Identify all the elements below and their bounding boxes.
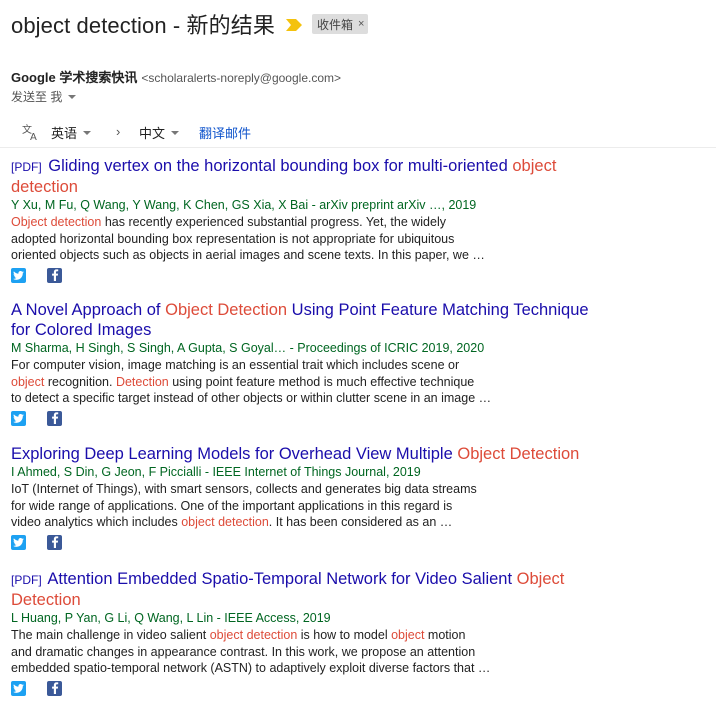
sender-name: Google 学术搜索快讯	[11, 70, 138, 85]
result-authors: L Huang, P Yan, G Li, Q Wang, L Lin - IE…	[11, 611, 331, 625]
result-item: [PDF] Gliding vertex on the horizontal b…	[11, 156, 611, 283]
result-authors: I Ahmed, S Din, G Jeon, F Piccialli - IE…	[11, 465, 421, 479]
title-highlight: Object Detection	[457, 445, 580, 463]
inbox-label-text: 收件箱	[316, 17, 353, 32]
result-item: A Novel Approach of Object Detection Usi…	[11, 300, 611, 426]
snippet-text: has recently experienced substantial pro…	[101, 215, 446, 229]
facebook-icon[interactable]	[47, 267, 62, 283]
title-highlight: Detection	[11, 591, 81, 609]
sender-email: <scholaralerts-noreply@google.com>	[141, 71, 342, 85]
snippet-line: IoT (Internet of Things), with smart sen…	[11, 482, 477, 496]
snippet-text: motion	[424, 628, 466, 642]
snippet-line: For computer vision, image matching is a…	[11, 358, 460, 372]
source-language-select[interactable]: 英语	[51, 123, 92, 142]
share-row	[11, 410, 611, 426]
result-snippet: For computer vision, image matching is a…	[11, 357, 511, 407]
snippet-text: is how to model	[297, 628, 392, 642]
chevron-down-icon[interactable]	[68, 94, 77, 99]
pdf-badge[interactable]: [PDF]	[11, 573, 42, 587]
target-language-label: 中文	[139, 126, 166, 141]
result-title-link[interactable]: Exploring Deep Learning Models for Overh…	[11, 444, 611, 464]
snippet-line: object recognition. Detection using poin…	[11, 374, 511, 391]
title-highlight: Object	[516, 570, 565, 588]
share-row	[11, 680, 611, 696]
snippet-text: using point feature method is much effec…	[168, 374, 475, 389]
twitter-icon[interactable]	[11, 680, 26, 696]
source-language-label: 英语	[51, 126, 78, 141]
snippet-line: oriented objects such as objects in aeri…	[11, 248, 485, 262]
title-text: Using Point Feature Matching Technique	[287, 301, 589, 319]
result-snippet: Object detection has recently experience…	[11, 214, 511, 264]
snippet-highlight: object detection	[209, 628, 298, 642]
chevron-down-icon	[171, 130, 180, 135]
facebook-icon[interactable]	[47, 534, 62, 550]
twitter-icon[interactable]	[11, 410, 26, 426]
remove-label-icon[interactable]: ×	[358, 18, 364, 30]
pdf-badge[interactable]: [PDF]	[11, 160, 42, 174]
chevron-down-icon	[83, 130, 92, 135]
result-item: Exploring Deep Learning Models for Overh…	[11, 444, 611, 550]
importance-marker-icon[interactable]	[285, 19, 302, 31]
target-language-select[interactable]: 中文	[139, 123, 180, 142]
snippet-highlight: object	[391, 628, 425, 642]
title-text: Exploring Deep Learning Models for Overh…	[11, 445, 458, 463]
snippet-line: video analytics which includes object de…	[11, 514, 511, 531]
snippet-text: . It has been considered as an …	[268, 515, 453, 529]
translate-icon: 文 A	[22, 123, 37, 141]
result-title-link[interactable]: [PDF] Gliding vertex on the horizontal b…	[11, 156, 611, 197]
snippet-line: embedded spatio-temporal network (ASTN) …	[11, 661, 491, 675]
email-subject: object detection - 新的结果	[11, 13, 275, 38]
title-text: for Colored Images	[11, 321, 152, 339]
result-title-link[interactable]: A Novel Approach of Object Detection Usi…	[11, 300, 611, 340]
snippet-line: and dramatic changes in appearance contr…	[11, 644, 476, 659]
title-highlight: Object Detection	[165, 301, 288, 319]
inbox-label-chip: 收件箱 ×	[311, 14, 369, 34]
snippet-highlight: Detection	[115, 374, 169, 389]
twitter-icon[interactable]	[11, 267, 26, 283]
translate-bar: 文 A 英语 › 中文 翻译邮件	[0, 115, 716, 148]
snippet-highlight: Object detection	[11, 215, 102, 229]
result-snippet: IoT (Internet of Things), with smart sen…	[11, 481, 511, 531]
snippet-highlight: object detection	[181, 515, 269, 529]
snippet-text: recognition.	[44, 374, 116, 389]
facebook-icon[interactable]	[47, 680, 62, 696]
title-text: Attention Embedded Spatio-Temporal Netwo…	[47, 570, 517, 588]
snippet-text: video analytics which includes	[11, 515, 182, 529]
result-authors: Y Xu, M Fu, Q Wang, Y Wang, K Chen, GS X…	[11, 198, 477, 212]
result-title-link[interactable]: [PDF] Attention Embedded Spatio-Temporal…	[11, 569, 611, 610]
result-authors: M Sharma, H Singh, S Singh, A Gupta, S G…	[11, 341, 485, 355]
chevron-right-icon: ›	[116, 124, 121, 139]
recipient-label: 发送至 我	[11, 90, 63, 104]
snippet-line: Object detection has recently experience…	[11, 214, 511, 231]
sender-row: Google 学术搜索快讯 <scholaralerts-noreply@goo…	[11, 67, 341, 86]
translate-message-link[interactable]: 翻译邮件	[199, 123, 251, 142]
subject-row: object detection - 新的结果 收件箱 ×	[11, 9, 369, 39]
title-text: A Novel Approach of	[11, 301, 166, 319]
twitter-icon[interactable]	[11, 534, 26, 550]
snippet-line: to detect a specific target instead of o…	[11, 391, 492, 405]
snippet-highlight: object	[11, 374, 45, 389]
result-item: [PDF] Attention Embedded Spatio-Temporal…	[11, 569, 611, 696]
share-row	[11, 267, 611, 283]
share-row	[11, 534, 611, 550]
recipient-details[interactable]: 发送至 我	[11, 88, 77, 105]
snippet-line: for wide range of applications. One of t…	[11, 498, 453, 513]
snippet-text: The main challenge in video salient	[11, 628, 210, 642]
snippet-line: adopted horizontal bounding box represen…	[11, 231, 455, 246]
title-text: Gliding vertex on the horizontal boundin…	[48, 157, 513, 175]
result-snippet: The main challenge in video salient obje…	[11, 627, 511, 677]
svg-text:A: A	[30, 132, 37, 141]
facebook-icon[interactable]	[47, 410, 62, 426]
snippet-line: The main challenge in video salient obje…	[11, 627, 511, 644]
